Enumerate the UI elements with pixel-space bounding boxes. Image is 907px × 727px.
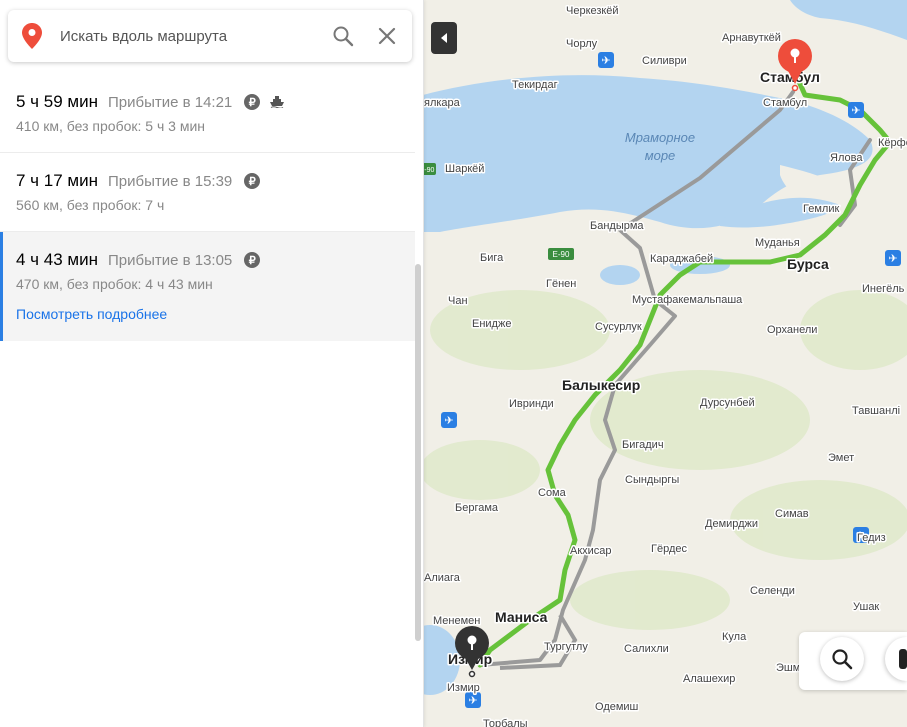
city-manisa: Маниса <box>495 609 548 625</box>
city-arnavutkoy: Арнавуткёй <box>722 32 781 44</box>
city-demirdzhi: Демирджи <box>705 518 758 530</box>
sea-label-line2: море <box>645 148 676 163</box>
city-yalova: Ялова <box>830 152 863 164</box>
city-gerdes: Гёрдес <box>651 543 687 555</box>
city-ushak: Ушак <box>853 601 879 613</box>
route-list: 5 ч 59 мин Прибытие в 14:21 ₽ 410 км, бе… <box>0 74 415 341</box>
city-istanbul-marker: Стамбул <box>763 97 807 109</box>
city-gediz: Гедиз <box>857 532 886 544</box>
route-arrival: Прибытие в 14:21 <box>107 93 233 111</box>
city-menemen: Менемен <box>433 615 480 627</box>
city-chan: Чан <box>448 295 468 307</box>
city-salihli: Салихли <box>624 643 669 655</box>
collapse-panel-button[interactable] <box>431 22 457 54</box>
city-izmir-marker: Измир <box>447 682 480 694</box>
route-option-2[interactable]: 7 ч 17 мин Прибытие в 15:39 ₽ 560 км, бе… <box>0 153 415 232</box>
city-dursunbey: Дурсунбей <box>700 397 755 409</box>
route-distance: 560 км, без пробок: 7 ч <box>16 197 165 213</box>
city-akhisar: Акхисар <box>570 545 612 557</box>
ruble-icon: ₽ <box>244 173 261 189</box>
city-soma: Сома <box>538 487 567 499</box>
city-cherkezkoy: Черкезкёй <box>566 5 619 17</box>
route-panel: Искать вдоль маршрута 5 ч 59 мин Прибыти… <box>0 0 424 727</box>
city-aliaga: Алиага <box>424 572 461 584</box>
route-option-1[interactable]: 5 ч 59 мин Прибытие в 14:21 ₽ 410 км, бе… <box>0 74 415 153</box>
city-genen: Гёнен <box>546 278 576 290</box>
city-malkara: ялкара <box>424 97 461 109</box>
city-emet: Эмет <box>828 452 854 464</box>
svg-text:✈: ✈ <box>468 695 477 707</box>
sea-label-line1: Мраморное <box>625 130 695 145</box>
route-distance: 470 км, без пробок: 4 ч 43 мин <box>16 276 213 292</box>
route-arrival: Прибытие в 13:05 <box>107 251 233 269</box>
ruble-icon: ₽ <box>244 252 261 268</box>
city-odemish: Одемиш <box>595 701 639 713</box>
city-balikesir: Балыкесир <box>562 377 640 393</box>
city-torbaly: Торбалы <box>483 718 528 727</box>
svg-text:✈: ✈ <box>601 55 610 67</box>
city-selendi: Селенди <box>750 585 795 597</box>
route-duration: 5 ч 59 мин <box>16 92 98 111</box>
city-karadzhabei: Караджабей <box>650 253 713 265</box>
city-bursa: Бурса <box>787 256 829 272</box>
city-bigadich: Бигадич <box>622 439 664 451</box>
city-gemlik: Гемлик <box>803 203 839 215</box>
search-icon[interactable] <box>332 25 354 47</box>
city-kerpe: Кёрфе <box>878 137 907 149</box>
city-inegol: Инегёль <box>862 283 905 295</box>
city-susurluk: Сусурлук <box>595 321 642 333</box>
location-pin-icon <box>22 23 42 49</box>
city-alashehir: Алашехир <box>683 673 735 685</box>
panel-scrollbar[interactable] <box>415 264 421 641</box>
city-biga: Бига <box>480 252 504 264</box>
city-bandirma: Бандырма <box>590 220 644 232</box>
route-option-3[interactable]: 4 ч 43 мин Прибытие в 13:05 ₽ 470 км, бе… <box>0 232 415 341</box>
svg-text:✈: ✈ <box>444 415 453 427</box>
chevron-left-icon <box>441 33 447 43</box>
search-bar[interactable]: Искать вдоль маршрута <box>8 10 412 62</box>
route-duration: 4 ч 43 мин <box>16 250 98 269</box>
city-simav: Симав <box>775 508 809 520</box>
svg-text:✈: ✈ <box>851 105 860 117</box>
city-enidzhe: Енидже <box>472 318 511 330</box>
city-ivrindi: Ивринди <box>509 398 554 410</box>
city-orhaneli: Орханели <box>767 324 817 336</box>
route-arrival: Прибытие в 15:39 <box>107 172 233 190</box>
ruble-icon: ₽ <box>244 94 261 110</box>
city-chorlu: Чорлу <box>566 38 598 50</box>
route-details-link[interactable]: Посмотреть подробнее <box>16 306 415 322</box>
city-tavshanly: Тавшанлі <box>852 405 900 417</box>
city-mudanya: Муданья <box>755 237 800 249</box>
highway-shield-2: E-90 <box>553 250 570 259</box>
search-input[interactable]: Искать вдоль маршрута <box>60 28 332 45</box>
city-sindirgy: Сындыргы <box>625 474 679 486</box>
city-mustafakemalpasha: Мустафакемальпаша <box>632 294 743 306</box>
close-icon[interactable] <box>378 27 396 45</box>
map-search-button[interactable] <box>820 637 864 681</box>
city-sharkoy: Шаркёй <box>445 163 484 175</box>
route-duration: 7 ч 17 мин <box>16 171 98 190</box>
ferry-icon <box>270 96 285 108</box>
city-bergama: Бергама <box>455 502 499 514</box>
city-tekirdag: Текирдаг <box>512 79 558 91</box>
city-silivri: Силиври <box>642 55 687 67</box>
city-kula: Кула <box>722 631 747 643</box>
svg-text:✈: ✈ <box>888 253 897 265</box>
city-turgutlu: Тургутлу <box>544 641 588 653</box>
route-distance: 410 км, без пробок: 5 ч 3 мин <box>16 118 205 134</box>
search-icon <box>832 649 853 670</box>
